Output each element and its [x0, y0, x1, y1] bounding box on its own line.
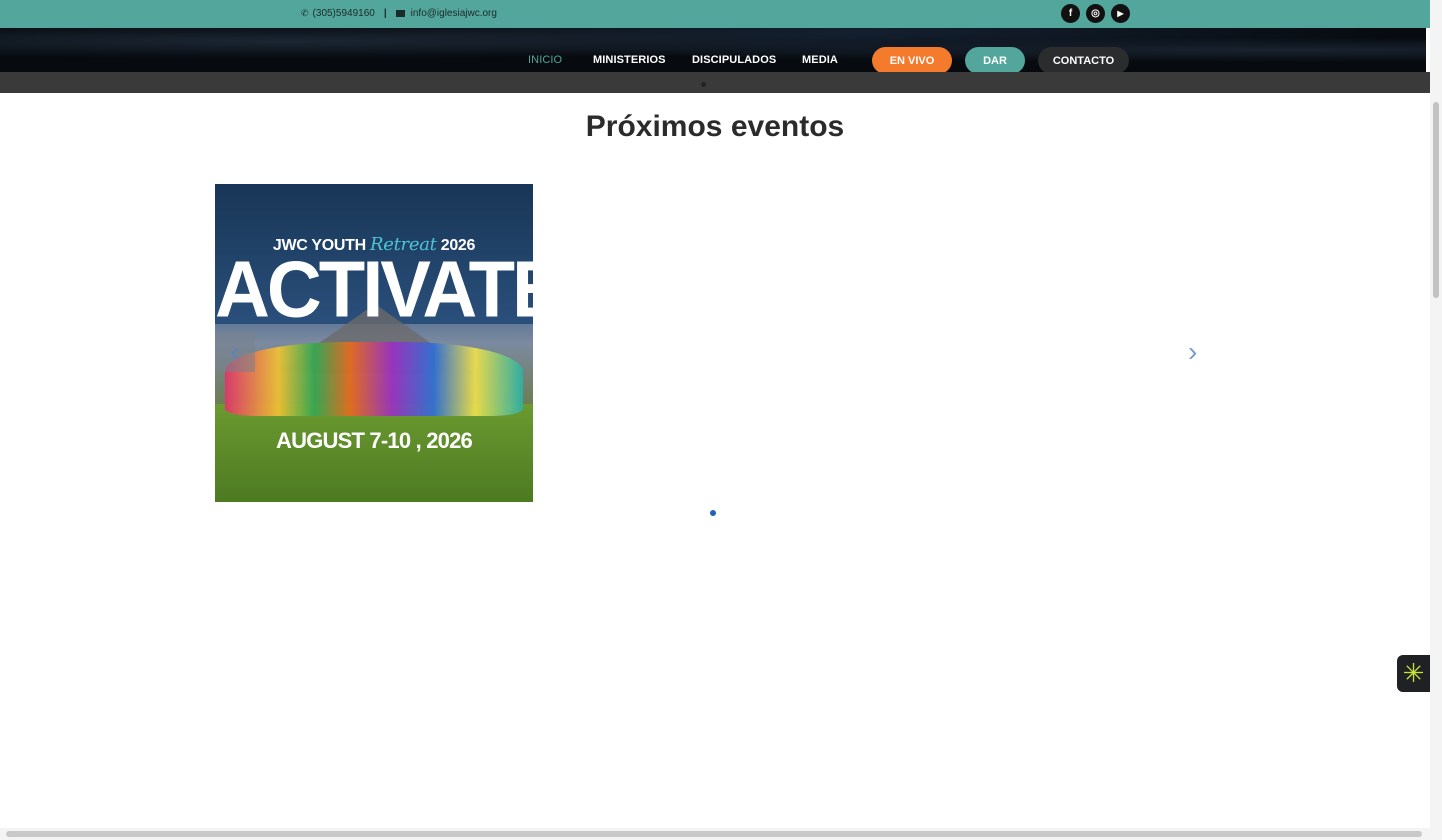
- contact-button[interactable]: CONTACTO: [1038, 47, 1129, 74]
- main-nav: INICIO MINISTERIOS DISCIPULADOS MEDIA EN…: [0, 28, 1426, 74]
- nav-inicio[interactable]: INICIO: [528, 54, 562, 66]
- event-image[interactable]: JWC YOUTH Retreat 2026 ACTIVATE AUGUST 7…: [215, 184, 533, 502]
- nav-media[interactable]: MEDIA: [802, 54, 838, 66]
- give-button[interactable]: DAR: [965, 47, 1025, 74]
- page: ✆ (305)5949160 | info@iglesiajwc.org f ◎…: [0, 0, 1442, 840]
- contact-info: ✆ (305)5949160 | info@iglesiajwc.org: [301, 8, 497, 19]
- phone-number[interactable]: (305)5949160: [313, 8, 375, 19]
- top-bar: ✆ (305)5949160 | info@iglesiajwc.org f ◎…: [0, 0, 1430, 28]
- event-dates: AUGUST 7-10 , 2026: [276, 428, 473, 453]
- instagram-icon[interactable]: ◎: [1086, 4, 1105, 23]
- phone-icon: ✆: [301, 8, 309, 18]
- facebook-icon[interactable]: f: [1061, 4, 1080, 23]
- horizontal-scrollbar[interactable]: [0, 828, 1430, 840]
- crowd: [225, 342, 523, 416]
- event-headline: ACTIVATE: [215, 244, 533, 335]
- carousel-dot[interactable]: [710, 510, 716, 516]
- vertical-scrollbar[interactable]: [1430, 0, 1442, 840]
- social-links: f ◎ ▶: [1061, 4, 1130, 23]
- separator: |: [383, 8, 387, 19]
- youtube-icon[interactable]: ▶: [1111, 4, 1130, 23]
- site-header: INICIO MINISTERIOS DISCIPULADOS MEDIA EN…: [0, 28, 1426, 74]
- slider-dot[interactable]: [701, 82, 706, 87]
- hero-slider-strip: [0, 72, 1430, 93]
- live-button[interactable]: EN VIVO: [872, 47, 952, 74]
- carousel-prev-icon[interactable]: ‹: [215, 332, 255, 372]
- nav-discipulados[interactable]: DISCIPULADOS: [692, 54, 776, 66]
- asterisk-icon[interactable]: ✳: [1397, 655, 1430, 692]
- section-title: Próximos eventos: [585, 110, 845, 143]
- horizontal-scroll-thumb[interactable]: [6, 831, 1422, 837]
- email-link[interactable]: info@iglesiajwc.org: [411, 8, 497, 19]
- nav-ministerios[interactable]: MINISTERIOS: [593, 54, 666, 66]
- vertical-scroll-thumb[interactable]: [1433, 102, 1439, 298]
- envelope-icon: [395, 10, 405, 17]
- carousel-next-icon[interactable]: ›: [1188, 338, 1197, 366]
